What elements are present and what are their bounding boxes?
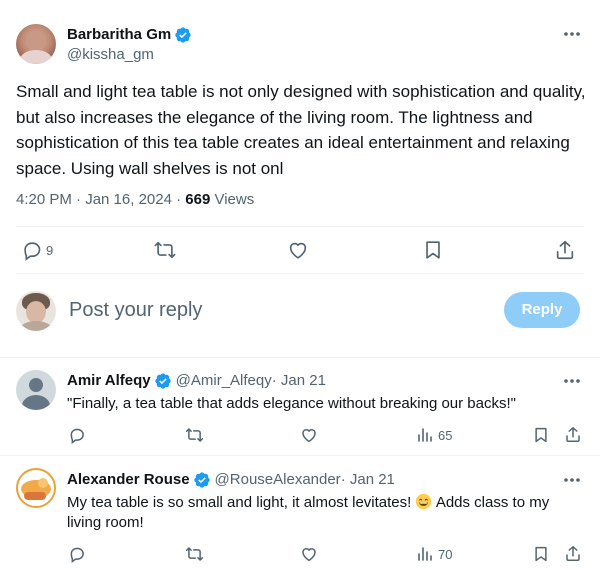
verified-badge-icon bbox=[174, 26, 192, 44]
main-author-handle[interactable]: @kissha_gm bbox=[67, 46, 154, 64]
reply-avatar[interactable] bbox=[16, 468, 56, 508]
share-icon[interactable] bbox=[564, 544, 582, 563]
grinning-emoji-icon bbox=[415, 493, 432, 510]
reply-header: Amir Alfeqy @Amir_Alfeqy · Jan 21 bbox=[67, 372, 326, 390]
reply-text-part: living room! bbox=[67, 514, 144, 531]
like-icon[interactable] bbox=[300, 426, 318, 444]
reply-more-icon[interactable] bbox=[562, 377, 582, 385]
reply-text-part: My tea table is so small and light, it a… bbox=[67, 494, 416, 511]
reply-text: "Finally, a tea table that adds elegance… bbox=[67, 395, 516, 412]
like-icon[interactable] bbox=[287, 239, 309, 261]
views-icon[interactable] bbox=[417, 427, 433, 443]
reply-icon[interactable] bbox=[21, 239, 43, 261]
reply-text-part: Adds class to my bbox=[432, 494, 550, 511]
reply-icon[interactable] bbox=[68, 545, 86, 563]
current-user-avatar[interactable] bbox=[16, 291, 56, 331]
bookmark-icon[interactable] bbox=[533, 426, 549, 444]
views-count: 669 bbox=[185, 191, 211, 208]
tweet-timestamp[interactable]: 4:20 PM · Jan 16, 2024 · bbox=[16, 191, 185, 208]
main-tweet-text: Small and light tea table is not only de… bbox=[16, 82, 586, 178]
main-more-icon[interactable] bbox=[562, 30, 582, 38]
views-label: Views bbox=[210, 191, 255, 208]
repost-icon[interactable] bbox=[153, 239, 177, 261]
reply-input[interactable]: Post your reply bbox=[69, 298, 202, 322]
reply-avatar[interactable] bbox=[16, 370, 56, 410]
divider bbox=[0, 455, 600, 456]
reply-header: Alexander Rouse @RouseAlexander · Jan 21 bbox=[67, 471, 395, 489]
reply-text: My tea table is so small and light, it a… bbox=[67, 493, 587, 533]
tweet-meta: 4:20 PM · Jan 16, 2024 · 669 Views bbox=[16, 191, 254, 209]
main-author-name[interactable]: Barbaritha Gm bbox=[67, 26, 171, 44]
reply-date[interactable]: · Jan 21 bbox=[341, 471, 395, 489]
views-count: 70 bbox=[438, 547, 453, 562]
reply-author-handle[interactable]: @Amir_Alfeqy bbox=[176, 372, 272, 390]
share-icon[interactable] bbox=[564, 425, 582, 444]
verified-badge-icon bbox=[154, 372, 172, 390]
verified-badge-icon bbox=[193, 471, 211, 489]
reply-count: 9 bbox=[46, 243, 54, 258]
reply-more-icon[interactable] bbox=[562, 476, 582, 484]
reply-author-handle[interactable]: @RouseAlexander bbox=[215, 471, 341, 489]
reply-date[interactable]: · Jan 21 bbox=[272, 372, 326, 390]
reply-author-name[interactable]: Amir Alfeqy bbox=[67, 372, 151, 390]
share-icon[interactable] bbox=[554, 238, 576, 262]
bookmark-icon[interactable] bbox=[533, 545, 549, 563]
reply-icon[interactable] bbox=[68, 426, 86, 444]
like-icon[interactable] bbox=[300, 545, 318, 563]
reply-author-name[interactable]: Alexander Rouse bbox=[67, 471, 190, 489]
divider bbox=[16, 273, 584, 274]
divider bbox=[0, 357, 600, 358]
bookmark-icon[interactable] bbox=[423, 239, 443, 261]
repost-icon[interactable] bbox=[185, 545, 204, 563]
divider bbox=[16, 226, 584, 227]
views-count: 65 bbox=[438, 428, 453, 443]
main-author-avatar[interactable] bbox=[16, 24, 56, 64]
repost-icon[interactable] bbox=[185, 426, 204, 444]
views-icon[interactable] bbox=[417, 546, 433, 562]
reply-button[interactable]: Reply bbox=[504, 292, 580, 328]
